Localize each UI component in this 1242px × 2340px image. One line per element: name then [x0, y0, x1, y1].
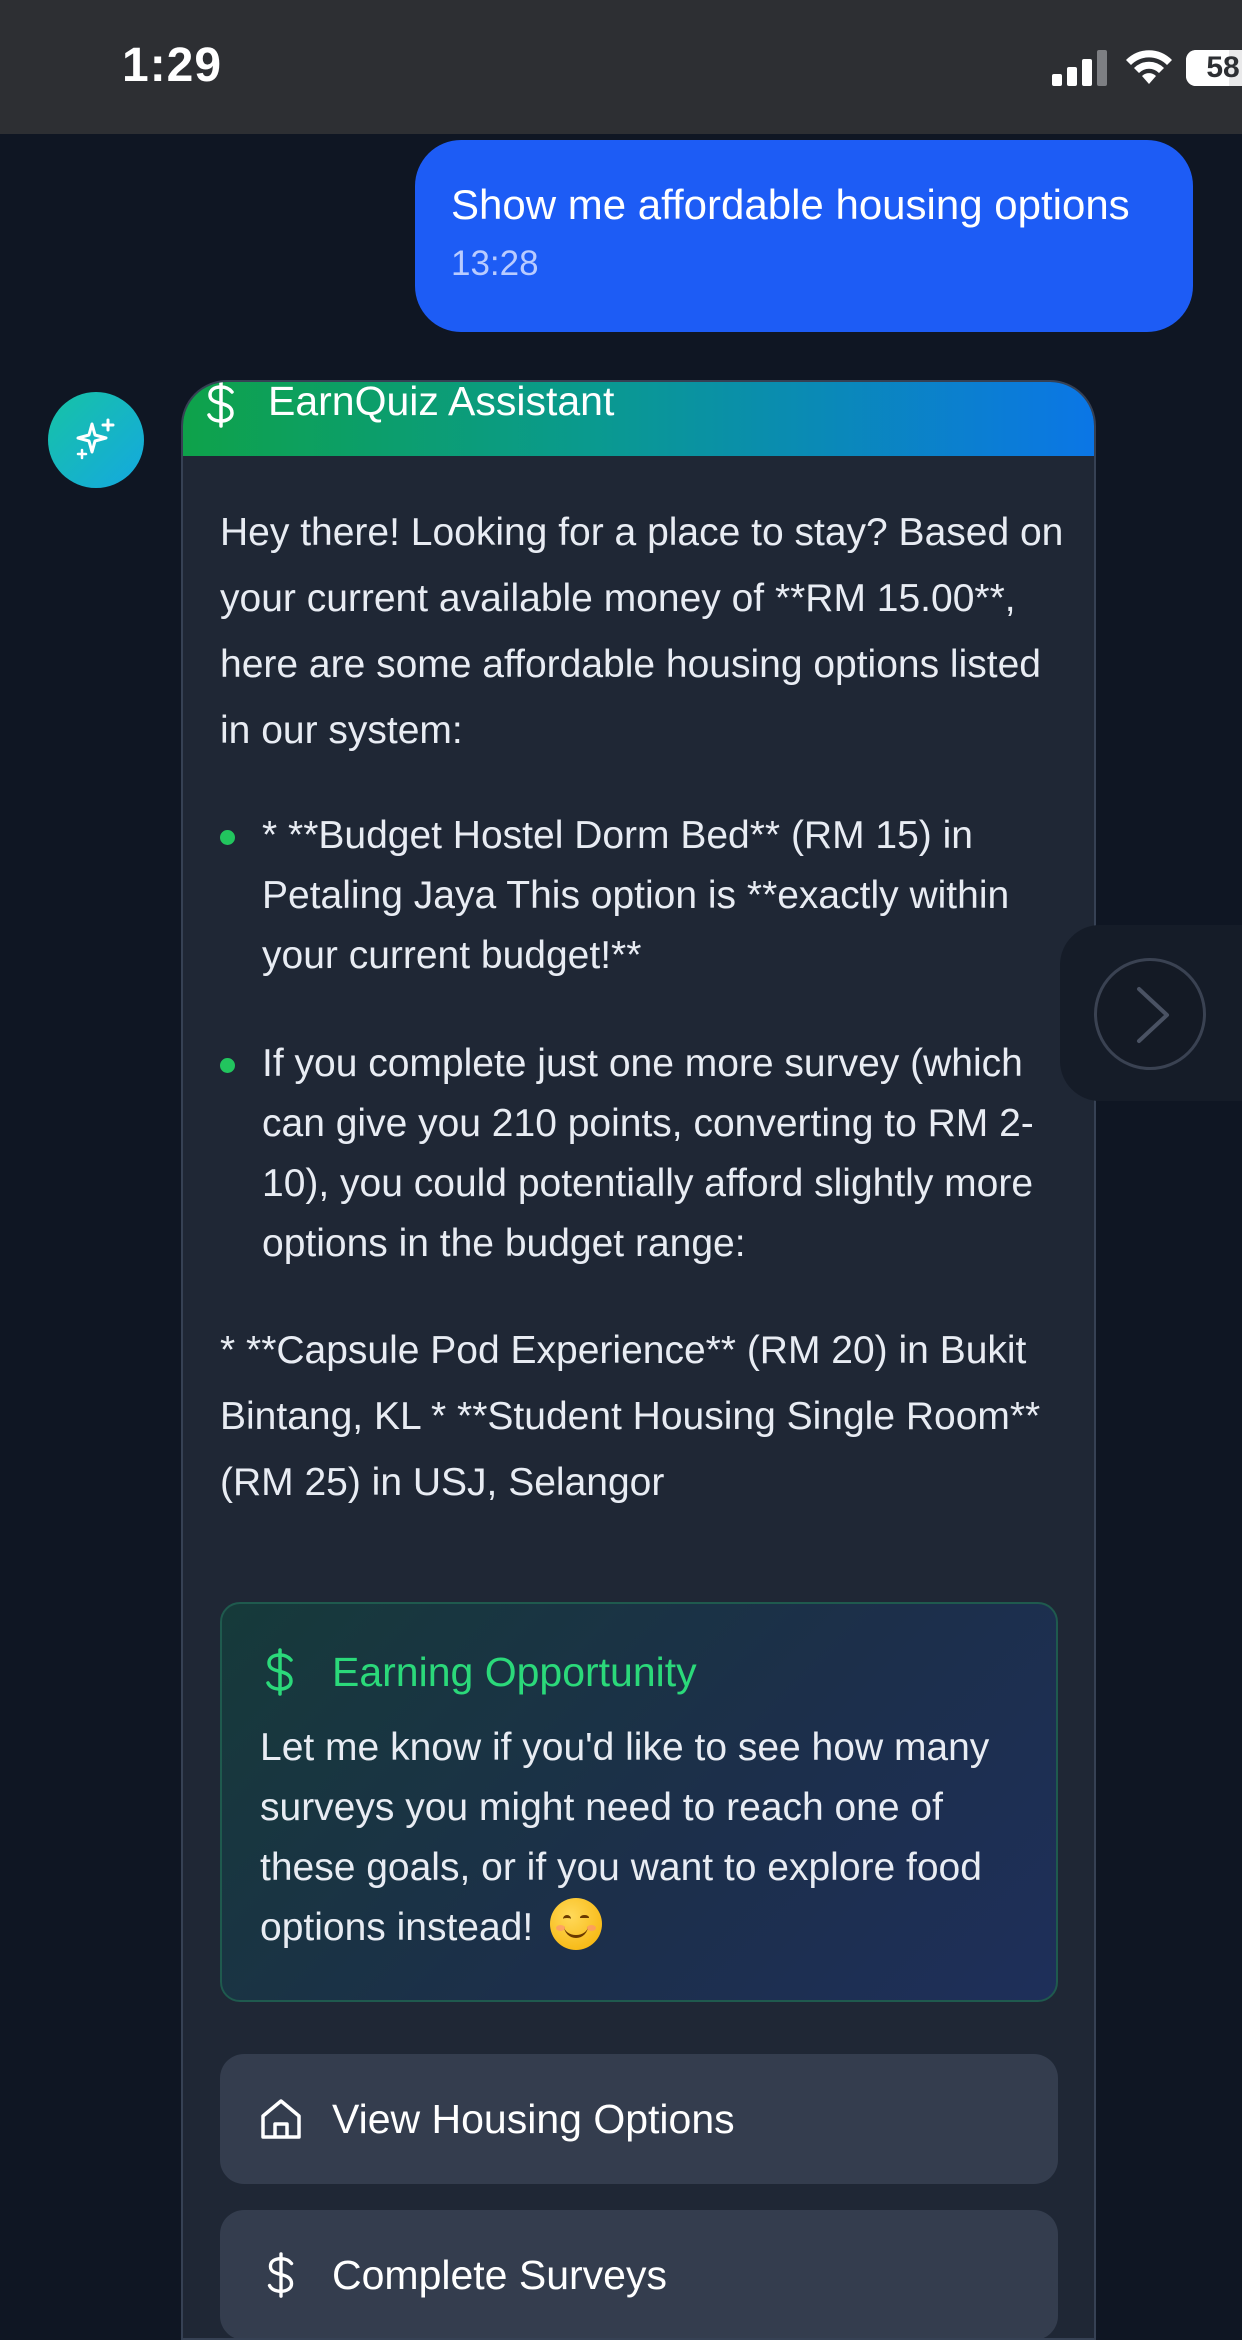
- earning-opportunity-box: Earning Opportunity Let me know if you'd…: [220, 1602, 1058, 2002]
- next-button[interactable]: [1094, 958, 1206, 1070]
- assistant-intro-text: Hey there! Looking for a place to stay? …: [220, 511, 1064, 752]
- list-item-text: If you complete just one more survey (wh…: [262, 1042, 1034, 1265]
- list-item: If you complete just one more survey (wh…: [220, 1034, 1065, 1274]
- assistant-extra-text: * **Capsule Pod Experience** (RM 20) in …: [220, 1329, 1041, 1504]
- user-message-bubble[interactable]: Show me affordable housing options 13:28: [415, 140, 1193, 332]
- bullet-dot: [220, 1058, 235, 1073]
- dollar-icon: [266, 1648, 293, 1696]
- user-message-text: Show me affordable housing options: [451, 181, 1130, 228]
- wifi-icon: [1126, 50, 1172, 84]
- status-time: 1:29: [122, 39, 223, 92]
- assistant-card-header: EarnQuiz Assistant: [183, 382, 1094, 456]
- dollar-icon: [207, 382, 234, 428]
- user-message-time: 13:28: [451, 244, 539, 284]
- earning-title: Earning Opportunity: [332, 1648, 697, 1695]
- assistant-title: EarnQuiz Assistant: [268, 380, 615, 424]
- assistant-message-body: Hey there! Looking for a place to stay? …: [220, 500, 1065, 1516]
- smiling-face-emoji: [550, 1898, 603, 1950]
- earning-text: Let me know if you'd like to see how man…: [260, 1718, 1018, 1958]
- battery-icon: 58: [1186, 50, 1242, 86]
- home-icon: [261, 2099, 301, 2139]
- assistant-avatar: [48, 392, 144, 488]
- list-item-text: * **Budget Hostel Dorm Bed** (RM 15) in …: [262, 814, 1010, 977]
- complete-surveys-label: Complete Surveys: [332, 2251, 667, 2298]
- housing-bullet-list: * **Budget Hostel Dorm Bed** (RM 15) in …: [220, 806, 1065, 1274]
- signal-icon: [1052, 50, 1107, 86]
- list-item: * **Budget Hostel Dorm Bed** (RM 15) in …: [220, 806, 1065, 986]
- view-housing-options-label: View Housing Options: [332, 2095, 735, 2142]
- bullet-dot: [220, 830, 235, 845]
- view-housing-options-button[interactable]: View Housing Options: [220, 2054, 1058, 2184]
- battery-level: 58: [1206, 51, 1240, 84]
- sparkles-icon: [76, 418, 115, 460]
- chevron-right-icon: [1137, 987, 1169, 1043]
- earning-title-row: Earning Opportunity: [260, 1644, 1018, 1700]
- complete-surveys-button[interactable]: Complete Surveys: [220, 2210, 1058, 2338]
- assistant-message-card: EarnQuiz Assistant Hey there! Looking fo…: [181, 380, 1096, 2340]
- dollar-icon: [267, 2252, 294, 2298]
- earning-text-body: Let me know if you'd like to see how man…: [260, 1726, 990, 1949]
- status-bar: 1:29 58: [0, 0, 1242, 134]
